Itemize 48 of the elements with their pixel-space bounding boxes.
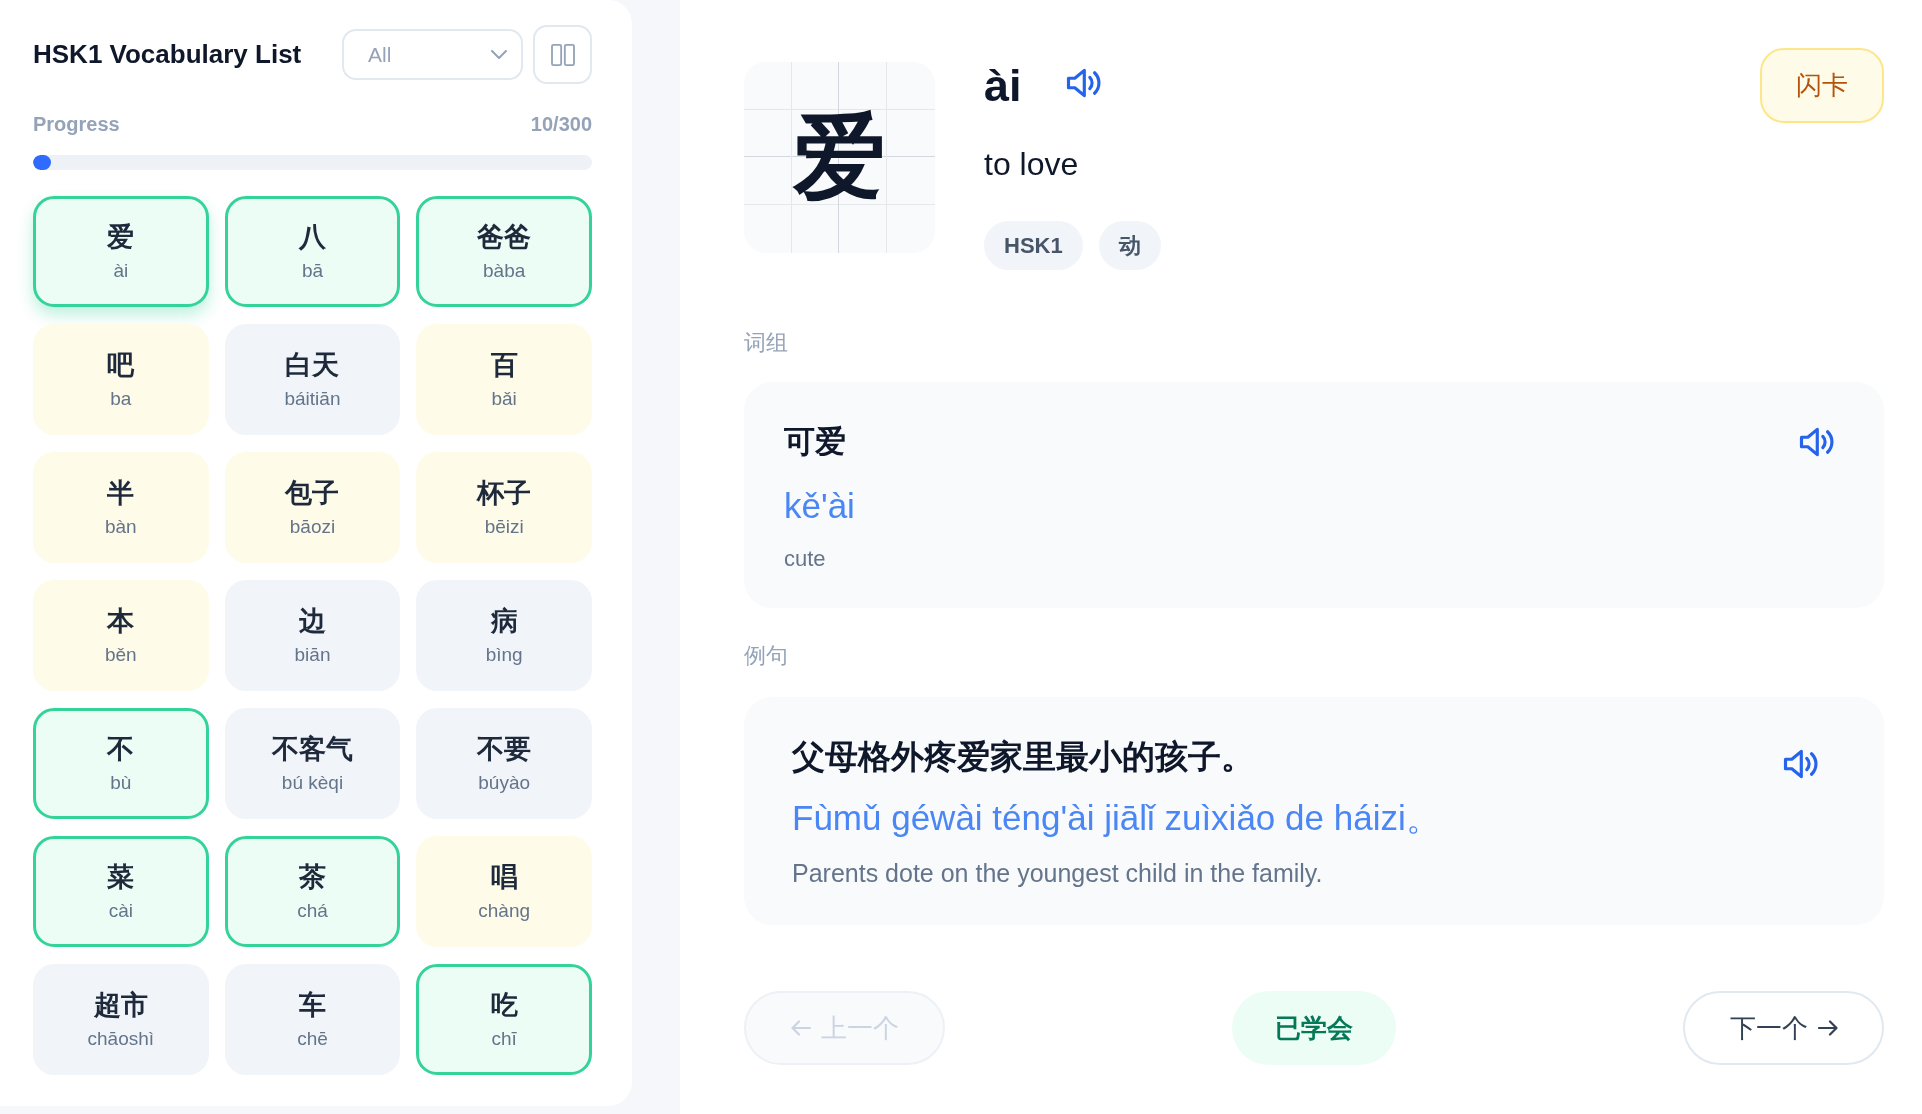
speaker-icon[interactable] [1783,749,1818,779]
word-tile[interactable]: 病 bìng [416,580,592,691]
word-tile[interactable]: 爱 ài [33,196,209,307]
word-tag: HSK1 [984,221,1083,270]
word-tile[interactable]: 吧 ba [33,324,209,435]
arrow-left-icon [790,1020,811,1036]
word-tile[interactable]: 白天 báitiān [224,324,401,435]
word-tile[interactable]: 边 biān [224,580,401,691]
column-toggle-button[interactable] [533,25,592,84]
phrase-pinyin: kě'ài [784,486,856,526]
word-tile[interactable]: 不客气 bú kèqi [224,708,401,819]
sidebar-title: HSK1 Vocabulary List [33,38,303,71]
word-tile[interactable]: 不 bù [33,708,209,819]
speaker-icon[interactable] [1799,427,1834,457]
next-button[interactable]: 下一个 [1683,991,1884,1065]
phrase-meaning: cute [784,546,827,572]
section-label: 词组 [744,330,789,356]
word-tile[interactable]: 车 chē [224,964,401,1075]
example-pinyin: Fùmǔ géwài téng'ài jiālǐ zuìxiǎo de háizi。 [792,798,1442,838]
word-tile[interactable]: 半 bàn [33,452,209,563]
word-tile[interactable]: 菜 cài [33,836,209,947]
section-label: 例句 [744,643,789,669]
word-tile[interactable]: 八 bā [224,196,401,307]
flashcard-button[interactable]: 闪卡 [1760,48,1884,123]
word-tile[interactable]: 唱 chàng [416,836,592,947]
meaning-text: to love [984,145,1080,183]
word-tag: 动 [1098,221,1161,270]
word-tile[interactable]: 本 běn [33,580,209,691]
speaker-icon[interactable] [1065,67,1101,98]
learned-button[interactable]: 已学会 [1232,991,1396,1065]
progress-count: 10/300 [530,112,592,136]
word-tile[interactable]: 包子 bāozi [224,452,401,563]
word-tile[interactable]: 杯子 bēizi [416,452,592,563]
progress-label: Progress [33,112,120,136]
chevron-down-icon [491,50,507,59]
pinyin-heading: ài [984,59,1022,112]
word-tile[interactable]: 吃 chī [416,964,592,1075]
word-tile[interactable]: 百 bǎi [416,324,592,435]
word-tile[interactable]: 不要 búyào [416,708,592,819]
example-translation: Parents dote on the youngest child in the family. [792,858,1324,888]
phrase-text: 可爱 [784,424,847,460]
arrow-right-icon [1817,1020,1838,1036]
columns-icon [550,43,575,66]
example-sentence: 父母格外疼爱家里最小的孩子。 [792,738,1255,776]
word-tile[interactable]: 爸爸 bàba [416,196,592,307]
character-tile: 爱 [744,62,935,253]
word-tile[interactable]: 超市 chāoshì [33,964,209,1075]
word-tile[interactable]: 茶 chá [224,836,401,947]
